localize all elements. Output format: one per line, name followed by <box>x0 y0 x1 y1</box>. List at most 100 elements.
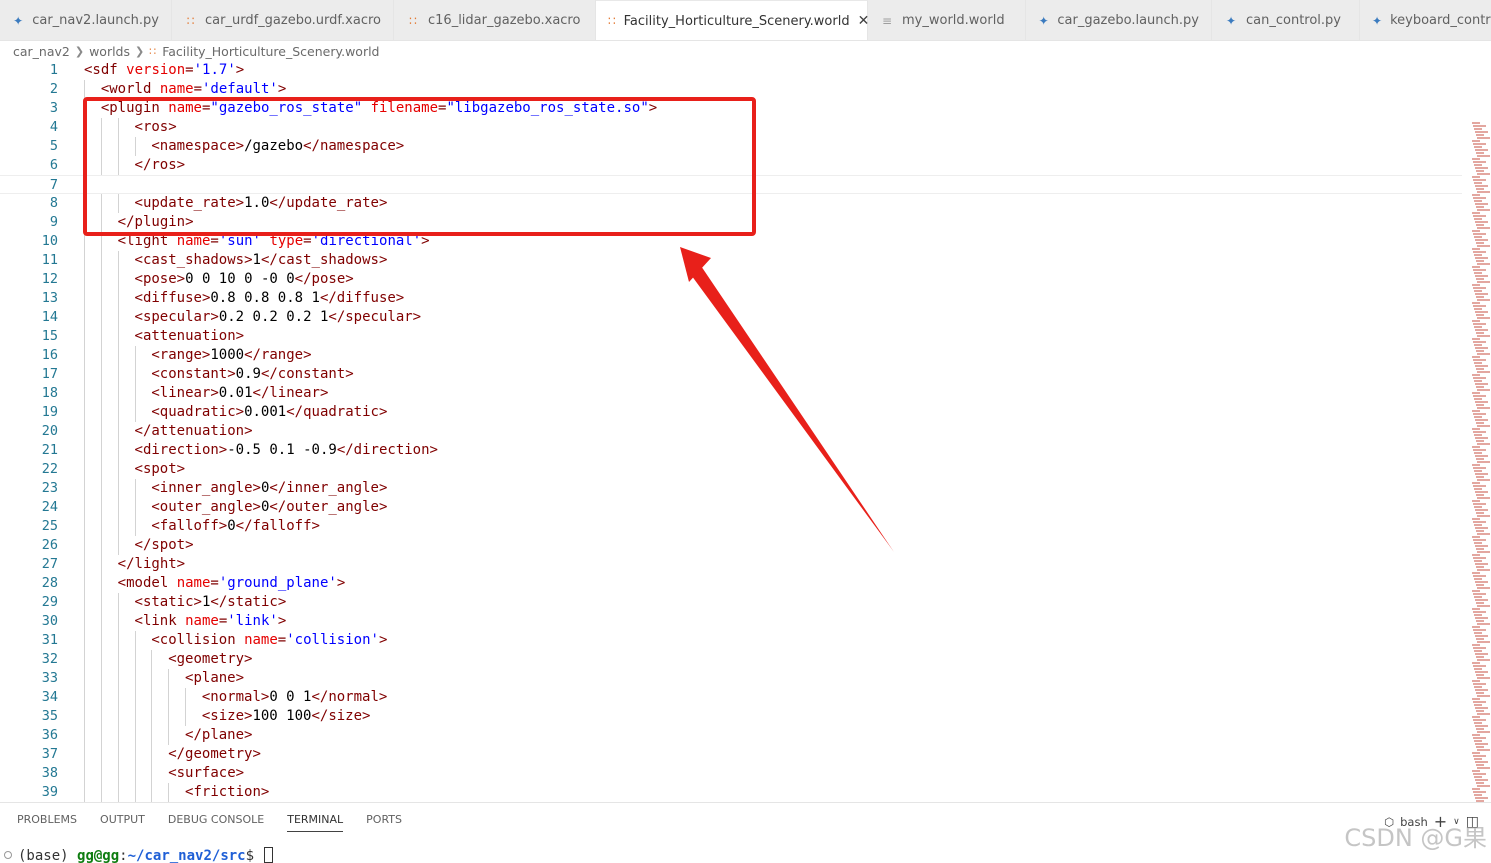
code-line[interactable]: 20 </attenuation> <box>0 422 1462 441</box>
code-line[interactable]: 39 <friction> <box>0 783 1462 802</box>
tab-debug-console[interactable]: DEBUG CONSOLE <box>168 813 264 832</box>
minimap-line <box>1473 647 1486 649</box>
indent-guide <box>100 422 102 441</box>
code-line[interactable]: 27 </light> <box>0 555 1462 574</box>
code-line[interactable]: 24 <outer_angle>0</outer_angle> <box>0 498 1462 517</box>
code-line[interactable]: 23 <inner_angle>0</inner_angle> <box>0 479 1462 498</box>
code-line[interactable]: 12 <pose>0 0 10 0 -0 0</pose> <box>0 270 1462 289</box>
code-line[interactable]: 33 <plane> <box>0 669 1462 688</box>
breadcrumb: car_nav2 ❯ worlds ❯ ∷ Facility_Horticult… <box>0 41 1491 61</box>
minimap-line <box>1474 218 1482 220</box>
code-text: <plane> <box>185 669 244 688</box>
line-number: 25 <box>41 518 58 534</box>
code-line[interactable]: 25 <falloff>0</falloff> <box>0 517 1462 536</box>
code-line[interactable]: 13 <diffuse>0.8 0.8 0.8 1</diffuse> <box>0 289 1462 308</box>
code-line[interactable]: 11 <cast_shadows>1</cast_shadows> <box>0 251 1462 270</box>
indent-guide <box>117 251 119 270</box>
code-token: -0.5 0.1 -0.9 <box>227 442 337 458</box>
code-token: </outer_angle> <box>269 499 388 515</box>
minimap[interactable] <box>1468 122 1491 802</box>
indent-guide <box>100 365 102 384</box>
tab-file[interactable]: ∷ c16_lidar_gazebo.xacro <box>394 0 596 40</box>
indent-guide <box>84 308 85 327</box>
tab-output[interactable]: OUTPUT <box>100 813 145 832</box>
minimap-line <box>1474 398 1482 400</box>
indent-guide <box>134 650 136 669</box>
breadcrumb-item-subfolder[interactable]: worlds <box>89 44 130 59</box>
code-line[interactable]: 31 <collision name='collision'> <box>0 631 1462 650</box>
python-icon: ✦ <box>1038 13 1049 28</box>
code-line[interactable]: 28 <model name='ground_plane'> <box>0 574 1462 593</box>
breadcrumb-item-folder[interactable]: car_nav2 <box>13 44 70 59</box>
tab-problems[interactable]: PROBLEMS <box>17 813 77 832</box>
minimap-line <box>1476 566 1484 568</box>
code-line[interactable]: 38 <surface> <box>0 764 1462 783</box>
tab-file[interactable]: ✦ car_nav2.launch.py <box>0 0 172 40</box>
minimap-line <box>1477 209 1490 211</box>
indent-guide <box>84 650 85 669</box>
tab-file[interactable]: ✦ can_control.py <box>1212 0 1360 40</box>
code-line[interactable]: 32 <geometry> <box>0 650 1462 669</box>
indent-guide <box>100 517 102 536</box>
code-line[interactable]: 22 <spot> <box>0 460 1462 479</box>
line-number: 36 <box>41 727 58 743</box>
indent-guide <box>84 422 85 441</box>
code-line[interactable]: 14 <specular>0.2 0.2 0.2 1</specular> <box>0 308 1462 327</box>
code-line[interactable]: 17 <constant>0.9</constant> <box>0 365 1462 384</box>
tab-file[interactable]: ✦ car_gazebo.launch.py <box>1026 0 1212 40</box>
tab-file[interactable]: ∷ Facility_Horticulture_Scenery.world ✕ <box>596 0 869 40</box>
code-token: <sdf <box>84 62 127 78</box>
code-line[interactable]: 16 <range>1000</range> <box>0 346 1462 365</box>
minimap-line <box>1473 395 1486 397</box>
code-token: <normal> <box>201 689 270 705</box>
code-token: <outer_angle> <box>151 499 261 515</box>
tab-ports[interactable]: PORTS <box>366 813 402 832</box>
code-token: <quadratic> <box>151 404 245 420</box>
indent-guide <box>84 745 85 764</box>
code-line[interactable]: 34 <normal>0 0 1</normal> <box>0 688 1462 707</box>
minimap-line <box>1475 167 1488 169</box>
tab-terminal[interactable]: TERMINAL <box>287 813 344 832</box>
terminal-prompt-symbol: $ <box>245 848 263 863</box>
code-line[interactable]: 36 </plane> <box>0 726 1462 745</box>
code-token: 1000 <box>210 347 245 363</box>
indent-guide <box>134 517 136 536</box>
tab-file[interactable]: ∷ car_urdf_gazebo.urdf.xacro <box>172 0 394 40</box>
minimap-line <box>1472 536 1480 538</box>
tab-file[interactable]: ≡ my_world.world <box>868 0 1026 40</box>
code-line[interactable]: 1 <sdf version='1.7'> <box>0 61 1462 80</box>
minimap-line <box>1472 464 1480 466</box>
minimap-line <box>1475 473 1488 475</box>
code-line[interactable]: 29 <static>1</static> <box>0 593 1462 612</box>
indent-guide <box>117 308 119 327</box>
indent-guide <box>151 669 153 688</box>
indent-guide <box>100 574 102 593</box>
code-line[interactable]: 35 <size>100 100</size> <box>0 707 1462 726</box>
minimap-line <box>1476 674 1484 676</box>
minimap-line <box>1476 242 1484 244</box>
terminal-prompt[interactable]: (base) gg@gg:~/car_nav2/src$ <box>4 847 274 863</box>
indent-guide <box>168 783 170 802</box>
code-line[interactable]: 15 <attenuation> <box>0 327 1462 346</box>
indent-guide <box>168 688 170 707</box>
minimap-line <box>1473 377 1486 379</box>
indent-guide <box>84 441 85 460</box>
minimap-line <box>1475 707 1488 709</box>
minimap-line <box>1477 281 1490 283</box>
code-line[interactable]: 26 </spot> <box>0 536 1462 555</box>
tab-file[interactable]: ✦ keyboard_control. <box>1360 0 1491 40</box>
code-line[interactable]: 37 </geometry> <box>0 745 1462 764</box>
indent-guide <box>117 403 119 422</box>
code-line[interactable]: 18 <linear>0.01</linear> <box>0 384 1462 403</box>
minimap-line <box>1477 785 1490 787</box>
breadcrumb-item-file[interactable]: Facility_Horticulture_Scenery.world <box>162 44 379 59</box>
code-line[interactable]: 30 <link name='link'> <box>0 612 1462 631</box>
indent-guide <box>117 270 119 289</box>
minimap-line <box>1472 770 1480 772</box>
minimap-line <box>1476 494 1484 496</box>
minimap-line <box>1472 698 1480 700</box>
code-token: </diffuse> <box>319 290 405 306</box>
code-line[interactable]: 21 <direction>-0.5 0.1 -0.9</direction> <box>0 441 1462 460</box>
code-line[interactable]: 19 <quadratic>0.001</quadratic> <box>0 403 1462 422</box>
minimap-line <box>1472 338 1480 340</box>
